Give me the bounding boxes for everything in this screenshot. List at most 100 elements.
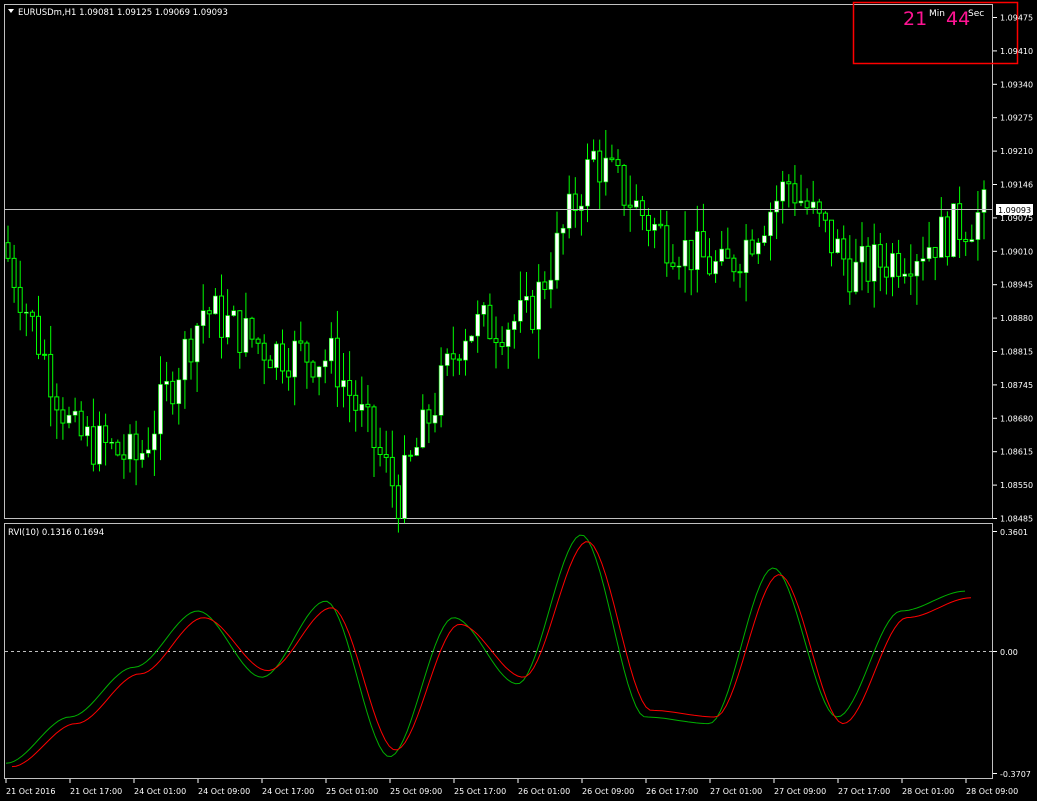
rvi-tick-label-top: 0.3601 [1000,528,1028,537]
time-tick-label: 24 Oct 09:00 [198,787,250,796]
candle-body-up [127,433,133,460]
candle-body-down [493,338,499,344]
candle-body-up [328,337,334,362]
candle-body-up [524,296,529,301]
candle-body-down [847,258,853,293]
candle-body-up [505,329,511,347]
candle-body-down [542,281,548,290]
candle-body-down [121,454,127,460]
candle-body-down [499,342,505,348]
time-tick-label: 21 Oct 17:00 [70,787,122,796]
candle-body-up [871,244,877,282]
candle-body-down [48,353,54,398]
candle-body-down [944,216,950,258]
candle-body-up [774,200,779,213]
candle-body-up [768,211,773,237]
candle-body-up [938,216,944,258]
candle-body-up [420,409,426,448]
candle-body-up [755,242,761,255]
time-tick-label: 25 Oct 17:00 [454,787,506,796]
candle-body-up [633,200,639,208]
candle-body-up [518,299,523,322]
candle-body-up [566,193,572,229]
candle-body-down [688,239,694,271]
candle-body-down [60,409,66,424]
candle-body-down [11,257,17,288]
candle-body-down [597,150,603,183]
candle-body-up [743,239,749,274]
candle-body-down [395,485,401,519]
price-tick-label: 1.09210 [1000,147,1033,156]
candle-body-down [932,246,938,258]
price-tick-label: 1.09075 [1000,214,1033,223]
time-tick-label: 25 Oct 01:00 [326,787,378,796]
candle-body-up [652,224,657,231]
candle-body-up [438,365,444,416]
candle-body-up [810,201,816,209]
chart-canvas[interactable]: EURUSDm,H1 1.09081 1.09125 1.09069 1.090… [0,0,1037,801]
candle-body-down [42,353,48,356]
candle-body-up [85,426,90,437]
time-tick-label: 27 Oct 01:00 [710,787,762,796]
candle-body-down [365,403,371,408]
candle-body-up [469,335,474,342]
candle-body-down [615,159,621,166]
candle-body-down [5,242,11,259]
candle-body-up [158,384,163,435]
candle-body-down [17,286,23,313]
price-tick-label: 1.08550 [1000,481,1033,490]
time-tick-label: 26 Oct 09:00 [582,787,634,796]
symbol-header[interactable]: EURUSDm,H1 1.09081 1.09125 1.09069 1.090… [8,8,228,18]
candle-body-down [609,157,615,161]
price-tick-label: 1.09410 [1000,47,1033,56]
candle-body-up [951,203,956,257]
current-price-value: 1.09093 [998,206,1031,215]
candle-body-down [298,340,304,344]
candle-body-up [292,340,298,378]
candle-body-down [700,231,706,258]
candle-body-up [548,279,554,290]
candle-body-up [926,247,932,259]
candle-body-up [682,240,688,267]
chart-background [0,0,1037,801]
time-tick-label: 26 Oct 17:00 [646,787,698,796]
candle-body-down [883,266,889,278]
rvi-label: RVI(10) 0.1316 0.1694 [8,528,104,538]
candle-body-up [322,360,328,368]
candle-body-up [591,150,596,160]
price-tick-label: 1.08880 [1000,314,1033,323]
price-tick-label: 1.09340 [1000,80,1033,89]
price-tick-label: 1.08485 [1000,515,1033,524]
candle-body-down [408,454,414,457]
price-tick-label: 1.09275 [1000,114,1033,123]
candle-body-down [816,201,822,214]
candle-body-down [658,223,664,227]
price-tick-label: 1.09010 [1000,247,1033,256]
candle-body-up [585,159,590,207]
candle-body-up [152,433,157,451]
candle-body-up [139,453,145,461]
candle-body-down [389,456,395,487]
candle-body-up [316,366,322,378]
candle-body-up [798,200,804,204]
candle-body-down [286,370,292,378]
candle-body-up [694,231,700,270]
candle-body-up [200,310,206,326]
candle-body-down [334,337,340,388]
candle-body-down [572,193,578,212]
candle-body-down [237,310,243,353]
candle-body-up [835,238,840,253]
candle-body-up [414,447,420,456]
candle-body-up [97,425,102,465]
candle-body-up [146,449,151,454]
price-tick-label: 1.08745 [1000,381,1033,390]
candle-body-down [219,295,224,338]
candle-body-up [603,157,609,183]
current-price-marker: 1.09093 [996,204,1033,215]
candle-body-up [975,212,981,240]
candle-body-down [188,338,194,363]
candle-body-up [969,239,975,242]
candle-body-up [341,380,346,388]
candle-body-up [402,454,407,519]
candle-body-down [822,212,828,221]
